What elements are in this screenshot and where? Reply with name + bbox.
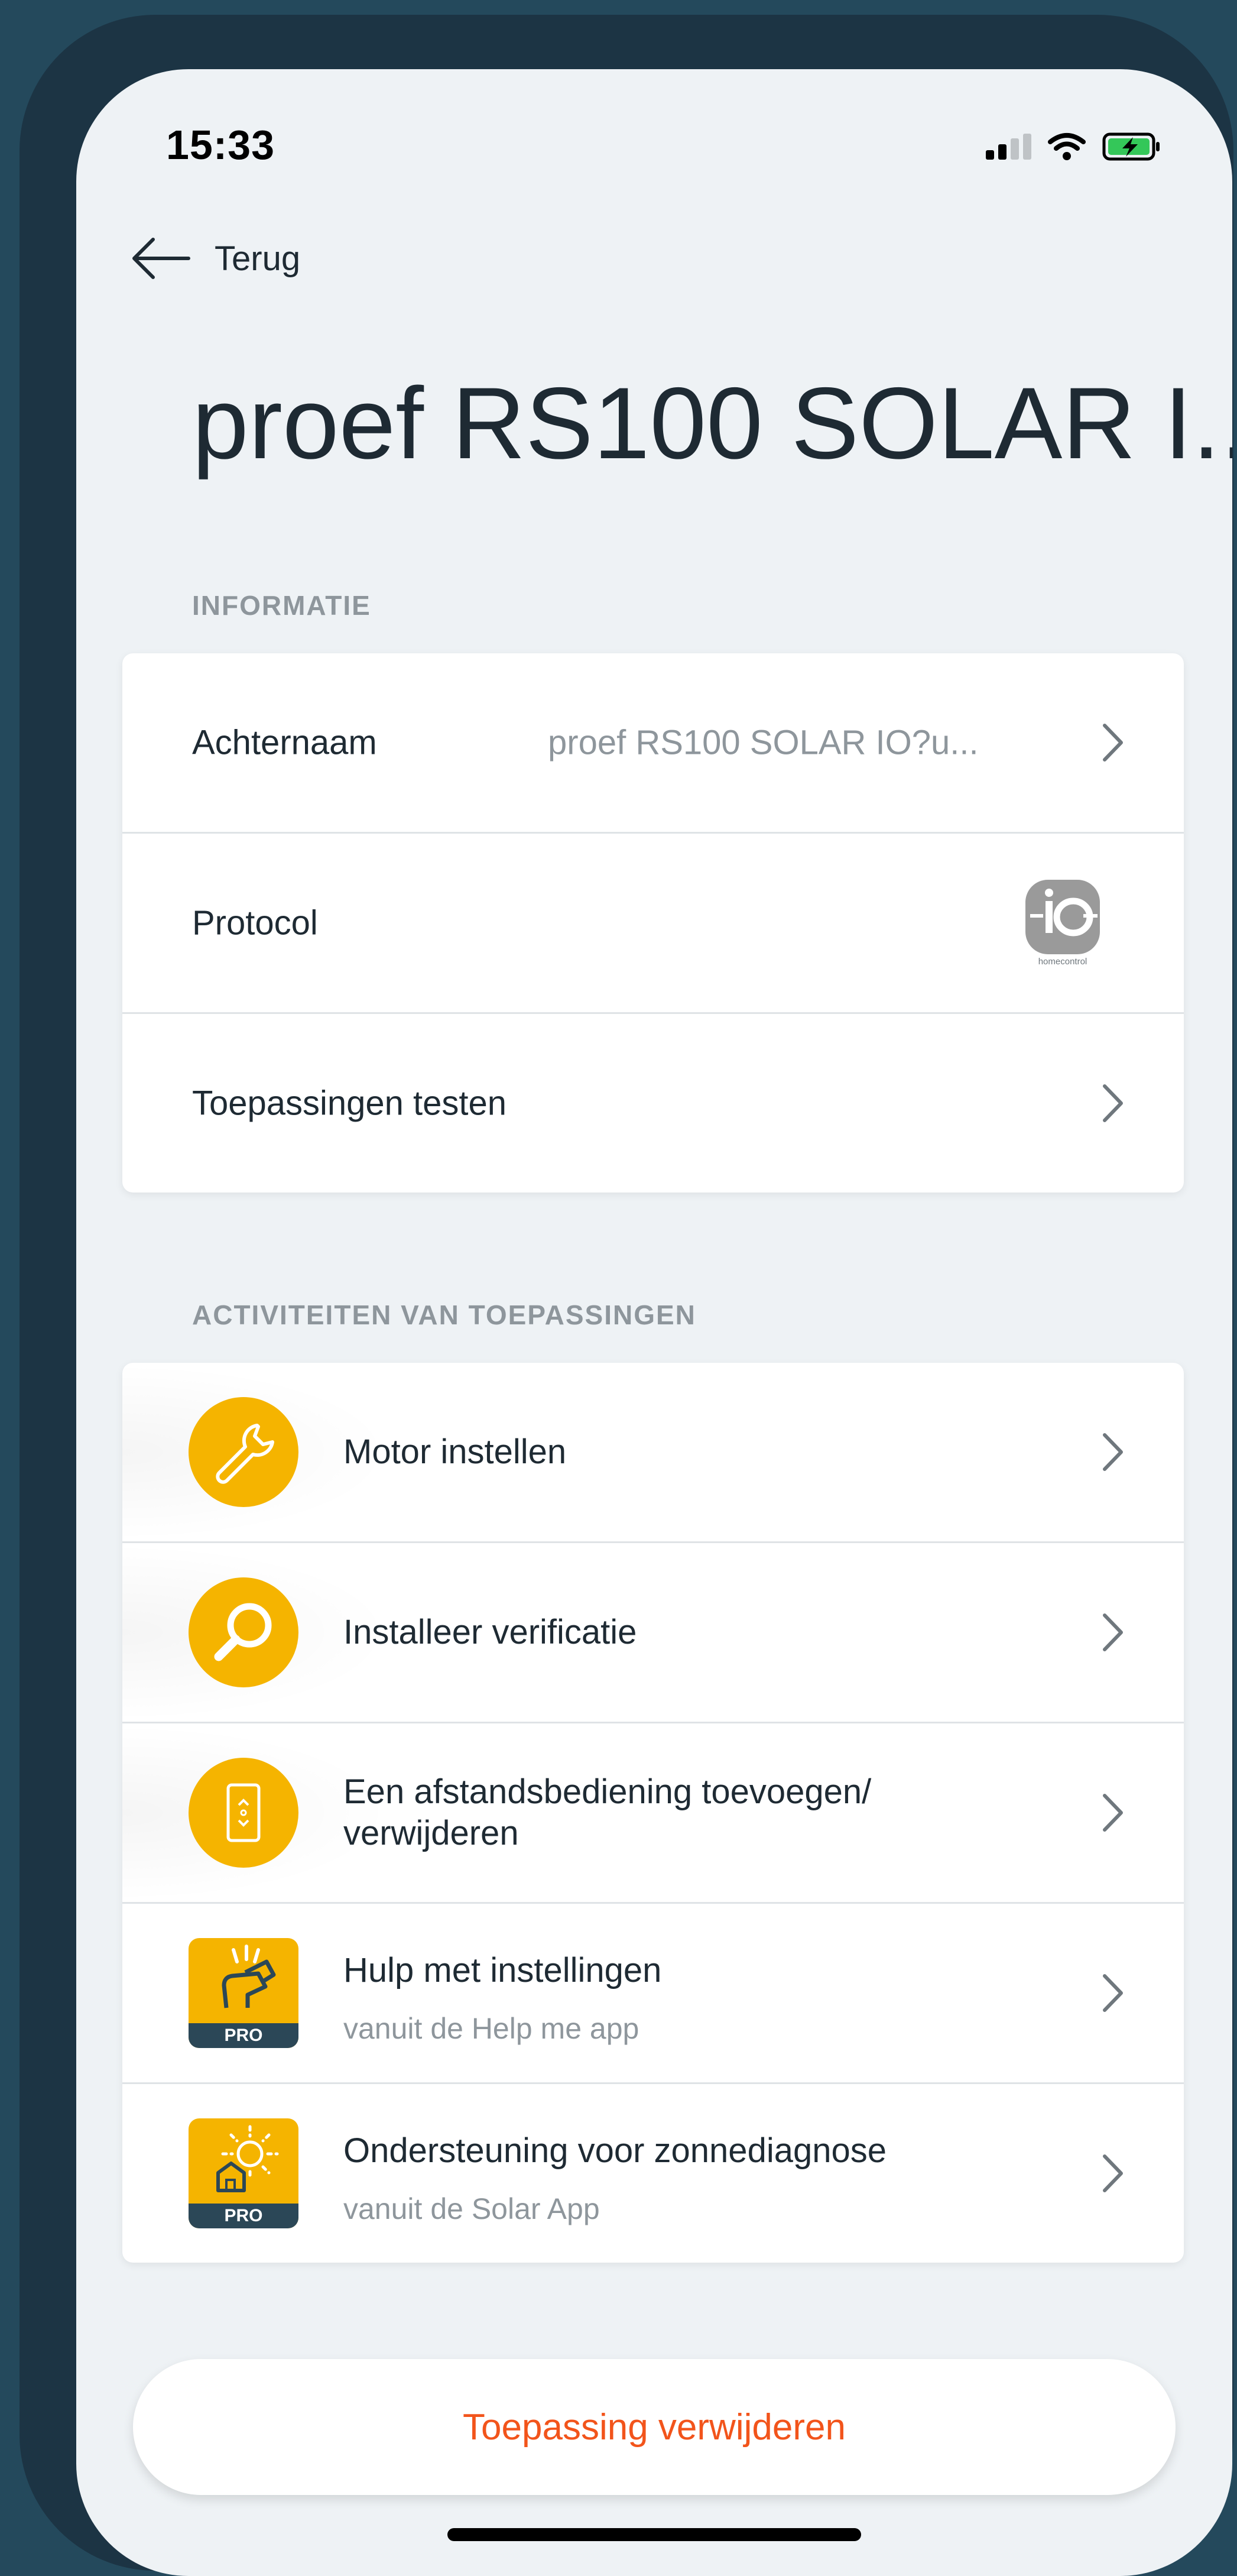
activity-sublabel: vanuit de Solar App (343, 2192, 600, 2225)
activity-installeer-verificatie[interactable]: Installeer verificatie (122, 1543, 1184, 1723)
pro-badge: PRO (189, 2204, 298, 2228)
chevron-right-icon (1103, 1794, 1123, 1832)
back-button[interactable]: Terug (129, 235, 300, 282)
activity-label: Ondersteuning voor zonnediagnose (343, 2131, 887, 2170)
battery-charging-icon (1102, 132, 1160, 161)
activity-sublabel: vanuit de Help me app (343, 2012, 639, 2045)
activities-card: Motor instellen Installeer verificatie E… (122, 1363, 1184, 2263)
status-bar: 15:33 (76, 121, 1232, 169)
remote-icon (189, 1758, 298, 1868)
row-label: Achternaam (192, 723, 377, 762)
back-label: Terug (215, 239, 301, 278)
chevron-right-icon (1103, 2154, 1123, 2192)
magnifier-icon (189, 1577, 298, 1687)
wifi-icon (1048, 133, 1086, 160)
activity-hulp-met-instellingen[interactable]: PRO Hulp met instellingen vanuit de Help… (122, 1904, 1184, 2084)
row-value: proef RS100 SOLAR IO?u... (548, 723, 979, 762)
help-me-app-icon: PRO (189, 1938, 298, 2048)
cellular-signal-icon (986, 134, 1031, 160)
delete-application-button[interactable]: Toepassing verwijderen (133, 2359, 1176, 2495)
section-header-information: INFORMATIE (192, 590, 371, 621)
activity-label: Installeer verificatie (343, 1613, 637, 1651)
row-protocol: Protocol homecontrol (122, 834, 1184, 1014)
wrench-icon (189, 1397, 298, 1507)
pro-badge: PRO (189, 2023, 298, 2048)
chevron-right-icon (1103, 724, 1123, 762)
activity-label: Motor instellen (343, 1433, 567, 1471)
section-header-activities: ACTIVITEITEN VAN TOEPASSINGEN (192, 1300, 696, 1330)
chevron-right-icon (1103, 1084, 1123, 1122)
activity-zonnediagnose[interactable]: PRO Ondersteuning voor zonnediagnose van… (122, 2084, 1184, 2263)
row-achternaam[interactable]: Achternaam proef RS100 SOLAR IO?u... (122, 653, 1184, 834)
activity-label: Een afstandsbediening toevoegen/ verwijd… (343, 1773, 872, 1852)
chevron-right-icon (1103, 1433, 1123, 1471)
row-label: Protocol (192, 903, 318, 942)
status-icons (986, 126, 1161, 167)
row-toepassingen-testen[interactable]: Toepassingen testen (122, 1014, 1184, 1193)
row-label: Toepassingen testen (192, 1084, 507, 1123)
information-card: Achternaam proef RS100 SOLAR IO?u... Pro… (122, 653, 1184, 1193)
io-homecontrol-logo: homecontrol (1025, 880, 1100, 967)
screen: 15:33 Terug proef RS100 SOLAR I... INFOR… (76, 69, 1232, 2576)
phone-frame: 15:33 Terug proef RS100 SOLAR I... INFOR… (20, 15, 1233, 2576)
solar-app-icon: PRO (189, 2118, 298, 2228)
activity-label: Hulp met instellingen (343, 1951, 662, 1989)
arrow-left-icon (132, 238, 190, 279)
activity-afstandsbediening[interactable]: Een afstandsbediening toevoegen/ verwijd… (122, 1723, 1184, 1904)
activity-motor-instellen[interactable]: Motor instellen (122, 1363, 1184, 1543)
status-time: 15:33 (166, 122, 275, 168)
page-title: proef RS100 SOLAR I... (192, 367, 1232, 480)
svg-text:homecontrol: homecontrol (1038, 957, 1087, 967)
chevron-right-icon (1103, 1974, 1123, 2012)
home-indicator[interactable] (447, 2528, 861, 2541)
chevron-right-icon (1103, 1613, 1123, 1651)
